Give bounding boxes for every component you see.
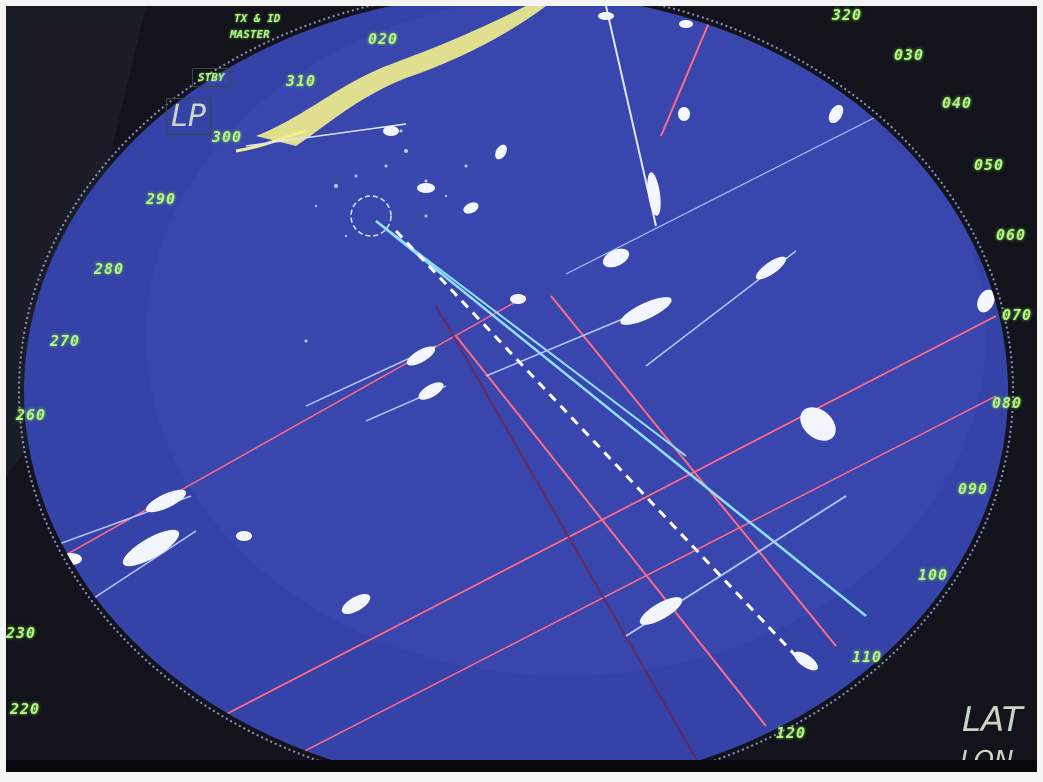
bearing-label-220: 220 <box>10 700 41 718</box>
bearing-label-040: 040 <box>942 94 973 112</box>
ship-echo <box>417 183 435 193</box>
ship-echo <box>510 294 526 304</box>
bearing-label-260: 260 <box>16 406 47 424</box>
bearing-label-290: 290 <box>146 190 177 208</box>
bearing-label-280: 280 <box>94 260 125 278</box>
screen-bottom-edge <box>6 760 1037 772</box>
standby-button[interactable]: STBY <box>192 68 231 87</box>
ship-echo <box>679 20 693 28</box>
ship-echo <box>678 107 690 121</box>
ship-echo <box>236 531 252 541</box>
lat-readout-label: LAT <box>962 700 1023 740</box>
bearing-label-230: 230 <box>6 624 37 642</box>
bearing-label-120: 120 <box>776 724 807 742</box>
bearing-label-110: 110 <box>852 648 883 666</box>
bearing-label-030: 030 <box>894 46 925 64</box>
ship-echo <box>383 126 399 136</box>
bearing-label-320: 320 <box>832 6 863 24</box>
bearing-label-060: 060 <box>996 226 1027 244</box>
bearing-label-270: 270 <box>50 332 81 350</box>
mode-label-tx-id: TX & ID <box>234 12 281 25</box>
radar-display: 020 030 040 050 060 070 080 090 100 110 … <box>6 6 1037 772</box>
lp-indicator: LP <box>166 98 211 135</box>
bearing-label-300: 300 <box>212 128 243 146</box>
ship-echo <box>598 12 614 20</box>
bearing-label-020: 020 <box>368 30 399 48</box>
bearing-label-050: 050 <box>974 156 1005 174</box>
bearing-label-080: 080 <box>992 394 1023 412</box>
radar-scope <box>6 6 1037 772</box>
bearing-label-090: 090 <box>958 480 989 498</box>
mode-label-master: MASTER <box>230 28 270 41</box>
bearing-label-100: 100 <box>918 566 949 584</box>
bearing-label-310: 310 <box>286 72 317 90</box>
bearing-label-070: 070 <box>1002 306 1033 324</box>
photo-frame: 020 030 040 050 060 070 080 090 100 110 … <box>0 0 1043 782</box>
